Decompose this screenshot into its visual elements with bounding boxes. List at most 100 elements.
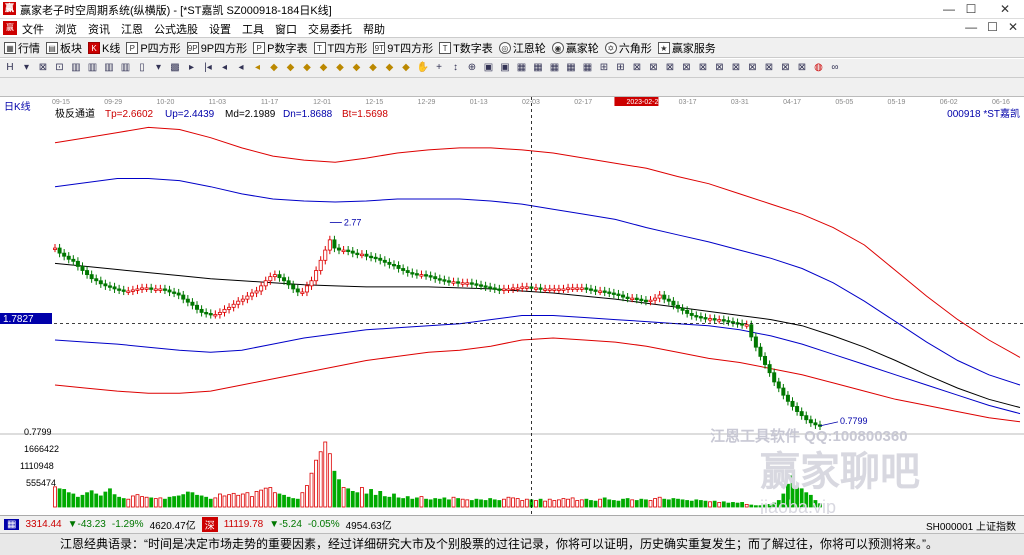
menu-item-7[interactable]: 窗口 [275,21,297,37]
toolbar-button-7[interactable]: 9T 9T四方形 [373,40,433,56]
drawing-tool-icon[interactable]: ⊞ [598,62,610,74]
drawing-tool-icon[interactable]: ⊡ [54,62,66,74]
drawing-tool-icon[interactable]: ⊠ [664,62,676,74]
volume-bar [117,496,122,508]
drawing-tool-icon[interactable]: ⊠ [747,62,759,74]
drawing-tool-icon[interactable]: ⊠ [780,62,792,74]
drawing-tool-icon[interactable]: ▾ [21,62,33,74]
candle-body [533,287,538,290]
drawing-tool-icon[interactable]: ⊞ [615,62,627,74]
toolbar-button-3[interactable]: P P四方形 [126,40,181,56]
menu-item-5[interactable]: 设置 [209,21,231,37]
drawing-tool-icon[interactable]: ◆ [384,62,396,74]
kline-chart-area[interactable]: 09-15 09-29 10-20 11-03 11-17 12-01 12-15 12-29… [0,97,1024,517]
close-button[interactable]: ✕ [990,0,1020,18]
drawing-tool-icon[interactable]: ▦ [549,62,561,74]
current-index-code[interactable]: SH000001 上证指数 [926,518,1016,533]
toolbar-button-12[interactable]: ★ 赢家服务 [657,40,716,56]
grid-icon: ▦ [4,41,16,54]
drawing-tool-icon[interactable]: ⊠ [631,62,643,74]
menu-item-1[interactable]: 浏览 [55,21,77,37]
volume-bar [483,500,488,508]
drawing-tool-icon[interactable]: ⊠ [681,62,693,74]
menu-item-3[interactable]: 江恩 [121,21,143,37]
menu-item-9[interactable]: 帮助 [363,21,385,37]
drawing-tool-icon[interactable]: ▩ [169,62,181,74]
mdi-close-button[interactable]: ✕ [1008,20,1018,34]
toolbar-button-8[interactable]: T T数字表 [439,40,493,56]
kline-chart[interactable]: 09-15 09-29 10-20 11-03 11-17 12-01 12-15 12-29… [0,97,1024,517]
drawing-tool-icon[interactable]: ⊠ [730,62,742,74]
drawing-tool-icon[interactable]: ◆ [367,62,379,74]
menu-item-6[interactable]: 工具 [242,21,264,37]
toolbar-button-11[interactable]: ✡ 六角形 [604,40,652,56]
drawing-tool-icon[interactable]: ◂ [252,62,264,74]
drawing-tool-icon[interactable]: ▦ [532,62,544,74]
toolbar-button-1[interactable]: ▤ 板块 [46,40,82,56]
volume-bar [181,494,186,508]
drawing-tool-icon[interactable]: ▣ [483,62,495,74]
drawing-tool-icon[interactable]: ▥ [87,62,99,74]
menu-item-0[interactable]: 文件 [22,21,44,37]
candle-body [282,277,287,282]
drawing-tool-icon[interactable]: ▥ [120,62,132,74]
toolbar-button-4[interactable]: 9P 9P四方形 [186,40,247,56]
toolbar-button-9[interactable]: ◎ 江恩轮 [498,40,546,56]
menu-item-2[interactable]: 资讯 [88,21,110,37]
drawing-tool-icon[interactable]: ◂ [219,62,231,74]
menu-item-4[interactable]: 公式选股 [154,21,198,37]
tool-icon-row: H ▾ ⊠ ⊡ ▥ ▥ ▥ ▥ ▯ ▾ ▩ ▸ |◂ ◂ ◂ ◂ ◆ ◆ ◆ ◆ ◆ ◆ ◆ ◆ ◆ ✋ + ↕ ⊕ ▣ ▣ ▦ ▦ ▦ ▦ ▦ ⊞ ⊞ ⊠… [0,59,1024,78]
sz-index-value: 11119.78 [223,519,264,530]
drawing-tool-icon[interactable]: ◍ [813,62,825,74]
drawing-tool-icon[interactable]: ◆ [268,62,280,74]
drawing-tool-icon[interactable]: ◆ [318,62,330,74]
toolbar-button-2[interactable]: K K线 [88,40,120,56]
drawing-tool-icon[interactable]: ▦ [565,62,577,74]
sh-index-icon[interactable]: ▦ [4,519,20,530]
toolbar-button-0[interactable]: ▦ 行情 [4,40,40,56]
candle-body [566,287,571,290]
drawing-tool-icon[interactable]: ▸ [186,62,198,74]
drawing-tool-icon[interactable]: ⊠ [648,62,660,74]
drawing-tool-icon[interactable]: ▥ [103,62,115,74]
maximize-button[interactable]: ☐ [956,0,986,18]
candle-body [291,284,296,290]
candle-body [401,268,406,271]
drawing-tool-icon[interactable]: ◆ [351,62,363,74]
drawing-tool-icon[interactable]: ▦ [582,62,594,74]
drawing-tool-icon[interactable]: H [4,62,16,74]
drawing-tool-icon[interactable]: ▯ [136,62,148,74]
drawing-tool-icon[interactable]: ◆ [334,62,346,74]
menu-item-8[interactable]: 交易委托 [308,21,352,37]
toolbar-button-10[interactable]: ◉ 赢家轮 [551,40,599,56]
drawing-tool-icon[interactable]: ▣ [499,62,511,74]
drawing-tool-icon[interactable]: ✋ [417,62,429,74]
drawing-tool-icon[interactable]: ⊠ [697,62,709,74]
drawing-tool-icon[interactable]: ⊠ [763,62,775,74]
drawing-tool-icon[interactable]: ⊕ [466,62,478,74]
drawing-tool-icon[interactable]: ◆ [301,62,313,74]
drawing-tool-icon[interactable]: ↕ [450,62,462,74]
drawing-tool-icon[interactable]: + [433,62,445,74]
drawing-tool-icon[interactable]: ◆ [285,62,297,74]
candle-body [717,319,722,322]
drawing-tool-icon[interactable]: ∞ [829,62,841,74]
drawing-tool-icon[interactable]: ◂ [235,62,247,74]
drawing-tool-icon[interactable]: ▦ [516,62,528,74]
drawing-tool-icon[interactable]: ⊠ [796,62,808,74]
volume-bar [291,498,296,508]
drawing-tool-icon[interactable]: ▥ [70,62,82,74]
drawing-tool-icon[interactable]: ⊠ [37,62,49,74]
toolbar-button-6[interactable]: T T四方形 [313,40,367,56]
drawing-tool-icon[interactable]: ⊠ [714,62,726,74]
drawing-tool-icon[interactable]: ▾ [153,62,165,74]
sz-index-icon[interactable]: 深 [201,517,218,532]
volume-bar [680,499,685,508]
mdi-restore-button[interactable]: ☐ [987,20,998,34]
mdi-minimize-button[interactable]: — [965,20,977,34]
drawing-tool-icon[interactable]: |◂ [202,62,214,74]
drawing-tool-icon[interactable]: ◆ [400,62,412,74]
toolbar-button-5[interactable]: P P数字表 [253,40,308,56]
candle-body [767,364,772,374]
date-tick: 12-15 [365,99,383,106]
